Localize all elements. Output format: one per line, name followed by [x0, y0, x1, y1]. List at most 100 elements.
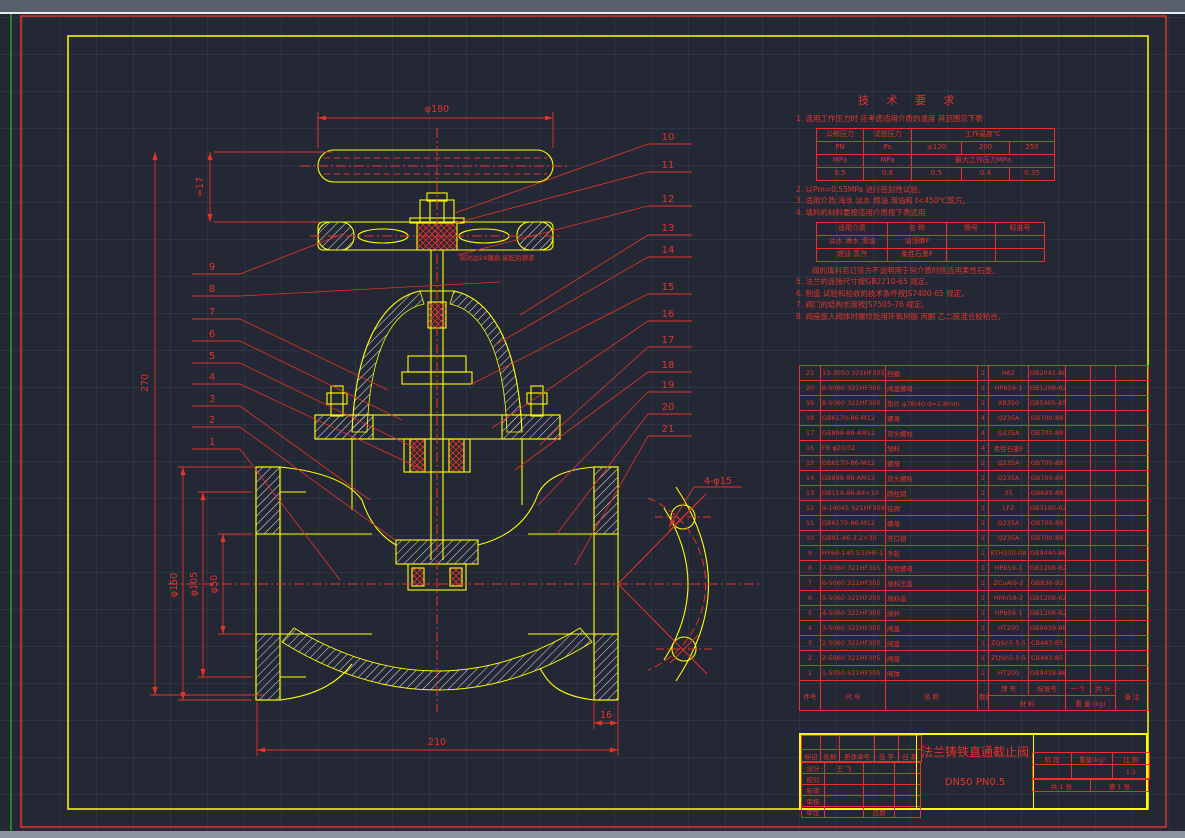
t1-cell: 0.5: [817, 167, 864, 180]
bom-cell-mat: Q235A: [989, 426, 1029, 441]
bom-cell-qty: 4: [978, 411, 989, 426]
parts-list: 2113-3050 321HF305挡圈1H62GB2041-80208-506…: [799, 365, 1148, 711]
technical-requirements: 技 术 要 求 1. 选用工作压力时 应考虑适用介质的温度 其范围见下表 公称压…: [796, 92, 1154, 323]
bom-body: 2113-3050 321HF305挡圈1H62GB2041-80208-506…: [800, 366, 1149, 681]
bom-cell-code: GB91-86-3.2×30: [821, 531, 886, 546]
callout-leader: [240, 384, 428, 472]
rev-empty: [802, 736, 821, 750]
bom-cell-no: 11: [800, 516, 821, 531]
bom-cell-code: 6-5060 321HF305: [821, 576, 886, 591]
bom-cell-no: 3: [800, 636, 821, 651]
t1-h3: 工作温度℃: [912, 128, 1055, 141]
bom-cell-std: GB9440-88: [1029, 546, 1066, 561]
bom-cell-w2: [1091, 516, 1116, 531]
bom-cell-w1: [1066, 606, 1091, 621]
tech-item-2: 2. 以Pm=0.55MPa 进行密封性试验。: [796, 184, 1154, 196]
tb-h-weight: 重量(kg): [1072, 753, 1113, 765]
bom-cell-mat: ZCuAl9-2: [989, 576, 1029, 591]
bom-cell-rem: [1116, 561, 1149, 576]
bom-cell-w1: [1066, 516, 1091, 531]
bom-cell-rem: [1116, 531, 1149, 546]
bom-cell-rem: [1116, 666, 1149, 681]
tech-item-1: 1. 选用工作压力时 应考虑适用介质的温度 其范围见下表: [796, 113, 1154, 125]
t1-cell: 250: [1010, 141, 1055, 154]
cad-viewport[interactable]: φ180 ≈17 270 φ150 φ105 φ50 210 16 4-φ15 …: [0, 0, 1185, 838]
revision-and-signature-area: 标记 处数 更改单号 签 字 日 期 设计 王 飞 校对: [801, 735, 922, 818]
bom-cell-qty: 1: [978, 396, 989, 411]
bom-cell-rem: [1116, 366, 1149, 381]
bom-cell-code: GB6170-86-M12: [821, 411, 886, 426]
rev-h-count: 处数: [821, 750, 840, 762]
bom-cell-w1: [1066, 381, 1091, 396]
tech-item-4: 4. 填料的材料要按适用介质按下表选用: [796, 207, 1154, 219]
bom-cell-qty: 2: [978, 471, 989, 486]
callout-leader: [455, 144, 648, 213]
t2-cell: 油浸麻F: [888, 235, 947, 248]
bom-cell-no: 5: [800, 606, 821, 621]
bom-cell-name: 螺母: [886, 516, 978, 531]
dimensions: [150, 112, 742, 756]
title-block: 标记 处数 更改单号 签 字 日 期 设计 王 飞 校对: [799, 733, 1148, 810]
bom-cell-std: GB2041-80: [1029, 366, 1066, 381]
bom-row: 129-16045 521HF309铭牌1LF2GB3190-82: [800, 501, 1149, 516]
bom-cell-qty: 2: [978, 456, 989, 471]
bom-cell-no: 15: [800, 456, 821, 471]
t2-cell: [947, 248, 996, 261]
t1-cell: 200: [962, 141, 1010, 154]
tb-h-scale: 比 例: [1113, 753, 1150, 765]
callout-leader: [458, 206, 648, 255]
tb-sheet-no: 第 1 张: [1091, 780, 1149, 792]
bom-row: 43-5060 321HF305阀盖1HT200GB9439-88: [800, 621, 1149, 636]
bom-cell-w1: [1066, 576, 1091, 591]
bom-cell-mat: HMn58-2: [989, 591, 1029, 606]
t2-cell: [996, 235, 1045, 248]
callout-number: 6: [209, 329, 215, 340]
t1-cell: ≤120: [912, 141, 962, 154]
t1-cell: PN: [817, 141, 864, 154]
callout-number: 16: [662, 309, 675, 320]
bom-cell-code: 1-5050 521HF305: [821, 666, 886, 681]
bom-cell-w1: [1066, 366, 1091, 381]
bom-cell-code: GB6170-86-M12: [821, 516, 886, 531]
bom-cell-name: 填料: [886, 441, 978, 456]
t2-cell: [996, 248, 1045, 261]
bom-cell-name: 填料压盖: [886, 576, 978, 591]
rev-empty: [821, 736, 840, 750]
bom-cell-qty: 1: [978, 666, 989, 681]
bom-cell-no: 1: [800, 666, 821, 681]
callout-number: 21: [662, 424, 675, 435]
bom-cell-w1: [1066, 426, 1091, 441]
bom-cell-mat: H62: [989, 366, 1029, 381]
bom-cell-qty: 1: [978, 546, 989, 561]
bom-cell-name: 圆柱销: [886, 486, 978, 501]
t1-h2: 试验压力: [864, 128, 912, 141]
bom-cell-code: 5-5060 321HF305: [821, 591, 886, 606]
t2-cell: 淡水 海水 滑油: [817, 235, 888, 248]
bom-cell-w2: [1091, 381, 1116, 396]
bom-cell-w1: [1066, 486, 1091, 501]
bom-cell-mat: Q235A: [989, 411, 1029, 426]
tb-sheet-total: 共 1 张: [1033, 780, 1091, 792]
callout-number: 3: [209, 394, 215, 405]
bom-cell-mat: Q235A: [989, 531, 1029, 546]
bom-cell-no: 10: [800, 531, 821, 546]
bom-cell-rem: [1116, 396, 1149, 411]
bom-cell-name: 导程螺母: [886, 561, 978, 576]
bom-cell-w1: [1066, 531, 1091, 546]
bom-cell-std: GB9439-88: [1029, 621, 1066, 636]
bom-cell-mat: KTH330-08: [989, 546, 1029, 561]
bom-cell-qty: 1: [978, 576, 989, 591]
bom-cell-w1: [1066, 396, 1091, 411]
bom-cell-no: 4: [800, 621, 821, 636]
bom-row: 76-5060 321HF305填料压盖1ZCuAl9-2GB836-93: [800, 576, 1149, 591]
t1-cell: 0.5: [912, 167, 962, 180]
bom-cell-no: 13: [800, 486, 821, 501]
bom-cell-w2: [1091, 621, 1116, 636]
bom-cell-w2: [1091, 546, 1116, 561]
bom-cell-name: 阀杆: [886, 606, 978, 621]
bom-cell-code: GB898-88-AM12: [821, 426, 886, 441]
bom-cell-mat: ZQSn5-5-5: [989, 651, 1029, 666]
bom-cell-code: HY60-140 533HF-1: [821, 546, 886, 561]
rev-h-mark: 标记: [802, 750, 821, 762]
bom-cell-qty: 1: [978, 486, 989, 501]
